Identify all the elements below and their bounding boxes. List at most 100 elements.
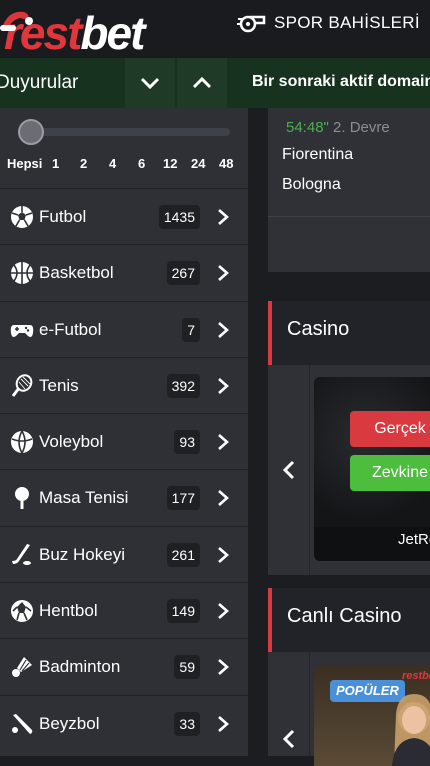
basketball-icon — [11, 262, 33, 285]
sport-item-buz-hokeyi[interactable]: Buz Hokeyi 261 — [0, 525, 248, 582]
sport-name: e-Futbol — [39, 319, 102, 339]
live-match-card[interactable]: 54:48" 2. Devre Fiorentina Bologna — [268, 108, 430, 272]
table-tennis-icon — [15, 487, 29, 510]
sport-name: Tenis — [39, 375, 79, 395]
casino-game-card[interactable]: Gerçek Zevkine JetRe — [314, 377, 430, 561]
sport-name: Futbol — [39, 207, 87, 226]
announcement-collapse-button[interactable] — [125, 58, 175, 108]
sport-item-futbol[interactable]: Futbol 1435 — [0, 188, 248, 244]
sport-item-e-futbol[interactable]: e-Futbol 7 — [0, 300, 248, 357]
match-odds-row — [268, 216, 430, 272]
announcement-message: Bir sonraki aktif domain — [252, 73, 430, 90]
hour-option[interactable]: 1 — [52, 156, 59, 171]
sport-item-beyzbol[interactable]: Beyzbol 33 — [0, 694, 248, 751]
chevron-right-icon — [218, 377, 229, 394]
hour-option-all[interactable]: Hepsi — [7, 156, 42, 171]
chevron-down-icon — [140, 77, 160, 90]
sport-count: 59 — [174, 655, 200, 680]
live-casino-carousel: restbet POPÜLER — [268, 652, 430, 766]
chevron-right-icon — [218, 546, 229, 563]
announcement-expand-button[interactable] — [177, 58, 227, 108]
live-casino-game-card[interactable]: restbet POPÜLER — [314, 666, 430, 766]
sports-sidebar: Hepsi 1 2 4 6 12 24 48 Futbol 1435 Baske… — [0, 108, 248, 756]
chevron-right-icon — [218, 659, 229, 676]
match-time: 54:48" 2. Devre — [286, 119, 390, 136]
play-fun-button[interactable]: Zevkine — [350, 455, 430, 491]
time-filter-slider-track[interactable] — [24, 128, 230, 136]
match-period: 2. Devre — [333, 119, 390, 136]
hockey-stick-icon — [12, 543, 31, 565]
sport-name: Buz Hokeyi — [39, 544, 125, 564]
nav-sports-betting[interactable]: SPOR BAHİSLERİ — [236, 12, 420, 34]
chevron-right-icon — [218, 434, 229, 451]
chevron-right-icon — [218, 603, 229, 620]
casino-section-header: Casino — [268, 301, 430, 365]
handball-icon — [11, 600, 33, 623]
tennis-racket-icon — [11, 374, 33, 397]
sport-item-hentbol[interactable]: Hentbol 149 — [0, 582, 248, 638]
top-header: restbet SPOR BAHİSLERİ — [0, 0, 430, 59]
game-name: JetRe — [398, 531, 430, 548]
announcement-title: Duyurular — [0, 72, 79, 93]
match-clock: 54:48" — [286, 119, 329, 136]
chevron-left-icon — [282, 729, 294, 749]
sport-name: Masa Tenisi — [39, 488, 129, 508]
baseball-bat-icon — [12, 713, 33, 734]
hour-option[interactable]: 12 — [163, 156, 177, 171]
sport-name: Badminton — [39, 657, 121, 677]
sport-count: 7 — [182, 317, 200, 342]
sport-count: 149 — [166, 599, 200, 624]
chevron-right-icon — [218, 715, 229, 732]
chevron-right-icon — [218, 490, 229, 507]
nav-sports-label: SPOR BAHİSLERİ — [274, 13, 420, 32]
shuttlecock-icon — [12, 657, 32, 678]
sport-name: Hentbol — [39, 601, 98, 621]
time-filter-labels: Hepsi 1 2 4 6 12 24 48 — [0, 156, 248, 178]
chevron-right-icon — [218, 321, 229, 338]
sport-item-badminton[interactable]: Badminton 59 — [0, 638, 248, 694]
hour-option[interactable]: 4 — [109, 156, 116, 171]
live-casino-prev-button[interactable] — [268, 652, 310, 756]
sport-count: 33 — [174, 711, 200, 736]
sport-item-masa-tenisi[interactable]: Masa Tenisi 177 — [0, 469, 248, 525]
sport-count: 177 — [166, 486, 200, 511]
sport-count: 93 — [174, 430, 200, 455]
hour-option[interactable]: 24 — [191, 156, 205, 171]
hour-option[interactable]: 2 — [80, 156, 87, 171]
hour-option[interactable]: 6 — [138, 156, 145, 171]
gamepad-icon — [10, 324, 34, 337]
sport-item-tenis[interactable]: Tenis 392 — [0, 356, 248, 413]
live-casino-section-header: Canlı Casino — [268, 588, 430, 652]
casino-carousel: Gerçek Zevkine JetRe — [268, 365, 430, 575]
casino-prev-button[interactable] — [268, 365, 310, 575]
main-content: 54:48" 2. Devre Fiorentina Bologna Casin… — [248, 108, 430, 766]
announcement-bar: Duyurular Bir sonraki aktif domain — [0, 58, 430, 108]
hour-option[interactable]: 48 — [219, 156, 233, 171]
sport-name: Beyzbol — [39, 713, 100, 733]
sport-name: Voleybol — [39, 432, 104, 452]
chevron-up-icon — [192, 76, 212, 89]
chevron-right-icon — [218, 209, 229, 225]
chevron-right-icon — [218, 265, 229, 282]
sport-list: Futbol 1435 Basketbol 267 e-Futbol 7 Ten… — [0, 188, 248, 751]
team-away: Bologna — [282, 176, 341, 193]
dealer-image — [392, 694, 430, 766]
volleyball-icon — [11, 430, 33, 454]
sport-count: 261 — [166, 542, 200, 567]
santa-hat-icon — [0, 11, 33, 31]
sport-item-voleybol[interactable]: Voleybol 93 — [0, 413, 248, 469]
chevron-left-icon — [282, 460, 294, 480]
live-casino-title: Canlı Casino — [287, 605, 402, 627]
soccer-ball-icon — [11, 206, 33, 228]
sport-name: Basketbol — [39, 263, 114, 283]
logo-text-white: bet — [80, 7, 145, 59]
sport-count: 267 — [166, 261, 200, 286]
sport-count: 392 — [166, 373, 200, 398]
team-home: Fiorentina — [282, 146, 354, 163]
sport-count: 1435 — [158, 205, 200, 229]
time-filter-slider-handle[interactable] — [18, 119, 44, 145]
whistle-icon — [237, 15, 266, 33]
sport-item-basketbol[interactable]: Basketbol 267 — [0, 244, 248, 300]
play-real-button[interactable]: Gerçek — [350, 411, 430, 447]
casino-title: Casino — [287, 318, 350, 340]
